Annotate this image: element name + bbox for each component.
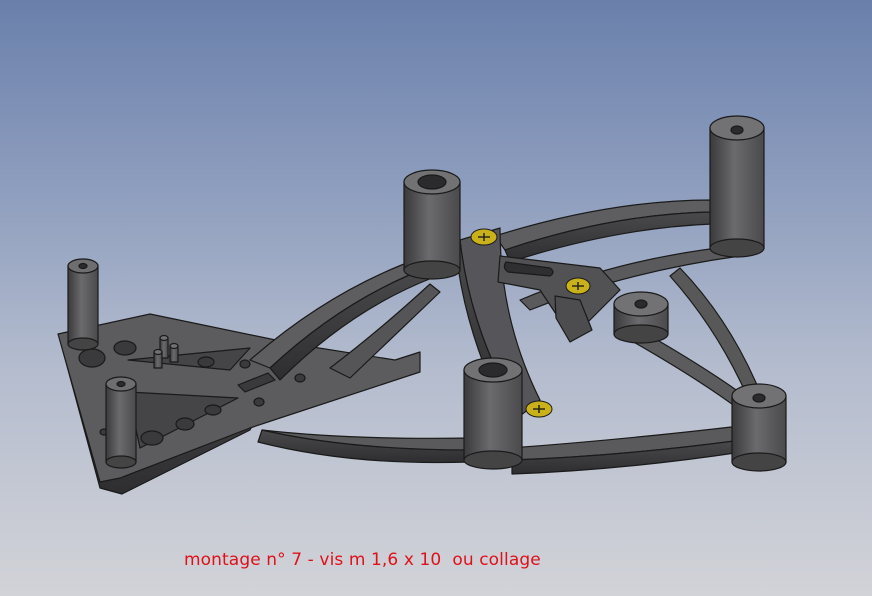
post-small-right (613, 291, 669, 344)
screw-icon (470, 228, 498, 246)
post-top-center (403, 169, 461, 280)
post-lower-right (731, 383, 787, 472)
screw-icon (525, 400, 553, 418)
assembly-caption: montage n° 7 - vis m 1,6 x 10 ou collage (184, 550, 541, 570)
cad-model-render[interactable] (0, 0, 872, 596)
post-left-tall (67, 258, 99, 351)
post-upper-right (709, 115, 765, 258)
post-bottom-center (463, 357, 523, 470)
cad-3d-viewport[interactable]: montage n° 7 - vis m 1,6 x 10 ou collage (0, 0, 872, 596)
post-left-lower (105, 376, 137, 469)
screw-icon (565, 277, 591, 295)
